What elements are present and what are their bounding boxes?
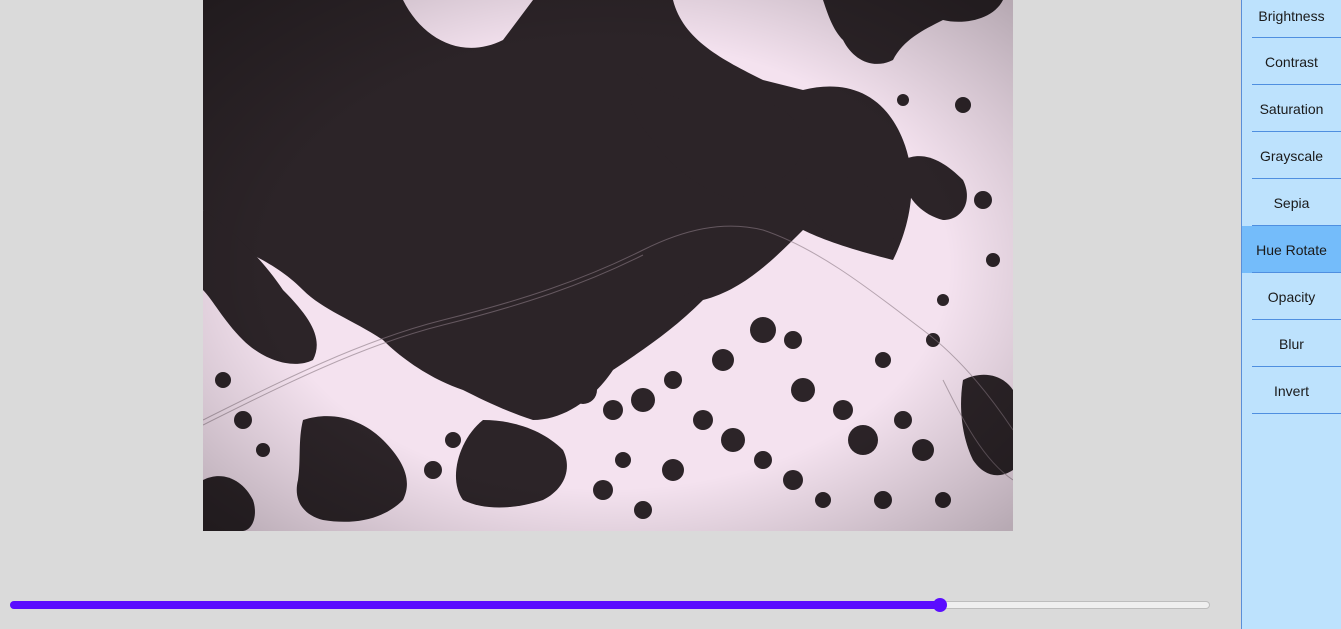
filter-label: Blur [1279,335,1304,352]
filter-contrast[interactable]: Contrast [1242,38,1341,85]
filter-label: Grayscale [1259,147,1324,164]
filter-saturation[interactable]: Saturation [1242,85,1341,132]
filter-label: Invert [1273,382,1309,399]
filter-label: Opacity [1267,288,1316,305]
filter-brightness[interactable]: Brightness [1242,0,1341,38]
slider-fill [10,601,940,609]
filter-value-slider[interactable] [10,598,1210,612]
filter-hue-rotate[interactable]: Hue Rotate [1242,226,1341,273]
filter-label: Contrast [1265,53,1318,70]
filter-opacity[interactable]: Opacity [1242,273,1341,320]
filter-sidebar: Brightness Contrast Saturation Grayscale… [1241,0,1341,629]
filter-label: Sepia [1273,194,1310,211]
filter-label: Saturation [1259,100,1324,117]
filter-label: Hue Rotate [1256,241,1327,258]
filter-sepia[interactable]: Sepia [1242,179,1341,226]
filter-grayscale[interactable]: Grayscale [1242,132,1341,179]
filter-blur[interactable]: Blur [1242,320,1341,367]
slider-thumb[interactable] [933,598,947,612]
filter-label: Brightness [1258,8,1325,24]
filter-invert[interactable]: Invert [1242,367,1341,414]
preview-image [203,0,1013,531]
editor-canvas-area [0,0,1241,629]
